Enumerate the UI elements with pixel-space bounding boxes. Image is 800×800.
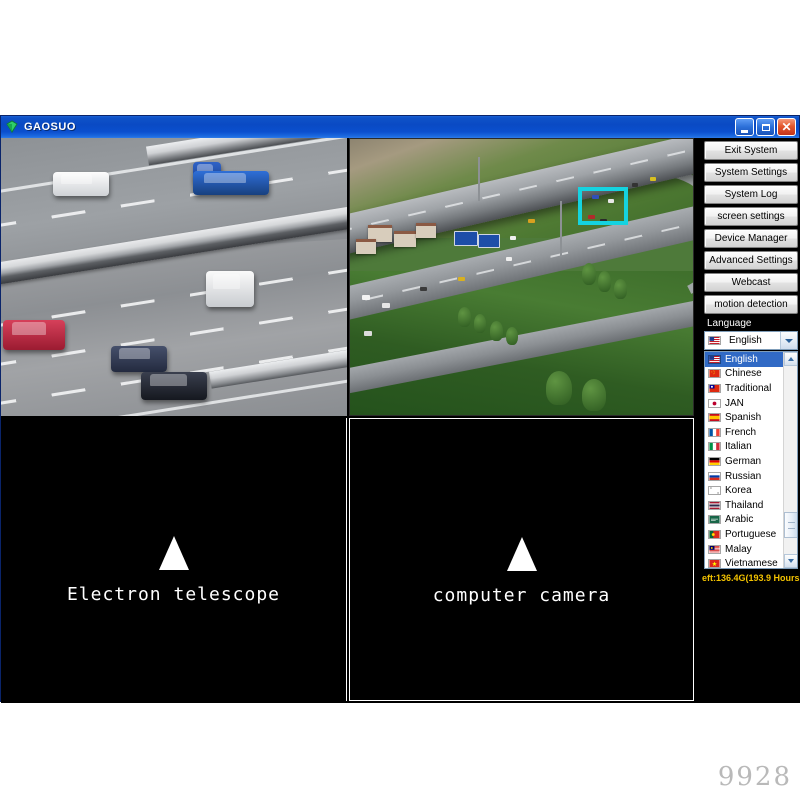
motion-detection-button[interactable]: motion detection — [704, 295, 798, 314]
language-option-label: Vietnamese — [725, 558, 778, 569]
watermark: 9928 — [717, 762, 792, 792]
flag-jp-icon — [708, 398, 721, 408]
video-cell-label: Electron telescope — [66, 584, 281, 605]
no-signal-panel-computer-camera: computer camera — [350, 419, 693, 700]
advanced-settings-button[interactable]: Advanced Settings — [704, 251, 798, 270]
flag-kr-icon — [708, 486, 721, 496]
gem-icon — [6, 120, 18, 133]
language-option-chinese[interactable]: Chinese — [705, 367, 783, 382]
flag-de-icon — [708, 456, 721, 466]
exit-system-button[interactable]: Exit System — [704, 141, 798, 160]
flag-my-icon — [708, 544, 721, 554]
language-option-german[interactable]: German — [705, 454, 783, 469]
language-option-english[interactable]: English — [705, 352, 783, 367]
language-option-label: Spanish — [725, 412, 762, 424]
language-option-italian[interactable]: Italian — [705, 440, 783, 455]
device-manager-button[interactable]: Device Manager — [704, 229, 798, 248]
flag-vn-icon — [708, 559, 721, 568]
language-option-vietnamese[interactable]: Vietnamese — [705, 556, 783, 569]
language-option-thailand[interactable]: Thailand — [705, 498, 783, 513]
flag-sa-icon — [708, 515, 721, 525]
video-cell-bottom-right[interactable]: computer camera — [349, 418, 694, 701]
language-option-label: Italian — [725, 441, 752, 453]
language-option-spanish[interactable]: Spanish — [705, 410, 783, 425]
language-option-portuguese[interactable]: Portuguese — [705, 527, 783, 542]
up-arrow-icon — [506, 537, 537, 571]
language-dropdown-list[interactable]: English Chinese Traditional JAN Spanish Frenc… — [704, 351, 798, 569]
language-combobox[interactable]: English — [704, 331, 798, 350]
flag-it-icon — [708, 442, 721, 452]
language-selected-value: English — [729, 335, 762, 346]
video-cell-top-right[interactable] — [349, 138, 694, 416]
video-cell-top-left[interactable] — [1, 138, 347, 416]
webcast-button[interactable]: Webcast — [704, 273, 798, 292]
flag-tw-icon — [708, 383, 721, 393]
scrollbar-thumb[interactable] — [784, 512, 797, 538]
close-button[interactable]: ✕ — [777, 118, 796, 136]
language-option-label: Traditional — [725, 382, 772, 394]
language-option-traditional[interactable]: Traditional — [705, 381, 783, 396]
video-cell-bottom-left[interactable]: Electron telescope — [1, 418, 347, 701]
language-option-label: German — [725, 455, 762, 467]
language-option-container: English Chinese Traditional JAN Spanish Frenc… — [705, 352, 783, 569]
window-controls: ✕ — [735, 118, 796, 136]
language-option-label: JAN — [725, 397, 744, 409]
language-option-label: Russian — [725, 470, 762, 482]
language-option-arabic[interactable]: Arabic — [705, 513, 783, 528]
window-title: GAOSUO — [24, 121, 76, 133]
scroll-down-button[interactable] — [784, 554, 797, 568]
screen-settings-button[interactable]: screen settings — [704, 207, 798, 226]
no-signal-panel-electron-telescope: Electron telescope — [1, 418, 346, 701]
language-option-korea[interactable]: Korea — [705, 483, 783, 498]
language-option-label: Malay — [725, 543, 752, 555]
control-sidebar: Exit System System Settings System Log s… — [701, 138, 800, 703]
language-option-jan[interactable]: JAN — [705, 396, 783, 411]
flag-th-icon — [708, 500, 721, 510]
scroll-up-button[interactable] — [784, 352, 797, 366]
flag-fr-icon — [708, 427, 721, 437]
language-option-label: Portuguese — [725, 528, 777, 540]
video-grid: Electron telescope computer camera — [1, 138, 701, 703]
language-option-label: Arabic — [725, 514, 754, 526]
up-arrow-icon — [158, 536, 189, 570]
title-bar[interactable]: GAOSUO ✕ — [1, 116, 799, 138]
video-cell-label: computer camera — [432, 585, 611, 606]
motion-detection-box — [578, 187, 628, 225]
language-option-russian[interactable]: Russian — [705, 469, 783, 484]
flag-us-icon — [708, 354, 721, 364]
flag-pt-icon — [708, 529, 721, 539]
language-option-label: Chinese — [725, 368, 762, 380]
language-option-label: French — [725, 426, 757, 438]
chevron-down-icon[interactable] — [780, 332, 797, 349]
flag-ru-icon — [708, 471, 721, 481]
maximize-restore-button[interactable] — [756, 118, 775, 136]
language-option-label: Thailand — [725, 499, 764, 511]
language-option-label: Korea — [725, 485, 752, 497]
language-option-french[interactable]: French — [705, 425, 783, 440]
system-log-button[interactable]: System Log — [704, 185, 798, 204]
screenshot-root: GAOSUO ✕ Electron telescope computer cam… — [0, 0, 800, 800]
application-window: GAOSUO ✕ Electron telescope computer cam… — [0, 115, 800, 703]
flag-es-icon — [708, 413, 721, 423]
language-option-malay[interactable]: Malay — [705, 542, 783, 557]
camera-feed-aerial-interchange — [350, 139, 693, 415]
camera-feed-highway-traffic — [1, 138, 347, 416]
minimize-button[interactable] — [735, 118, 754, 136]
language-label: Language — [707, 318, 752, 329]
language-list-scrollbar[interactable] — [783, 352, 797, 568]
flag-cn-icon — [708, 369, 721, 379]
flag-us-icon — [708, 336, 721, 345]
language-option-label: English — [725, 353, 758, 365]
system-settings-button[interactable]: System Settings — [704, 163, 798, 182]
disk-status-text: eft:136.4G(193.9 Hours — [702, 573, 800, 583]
